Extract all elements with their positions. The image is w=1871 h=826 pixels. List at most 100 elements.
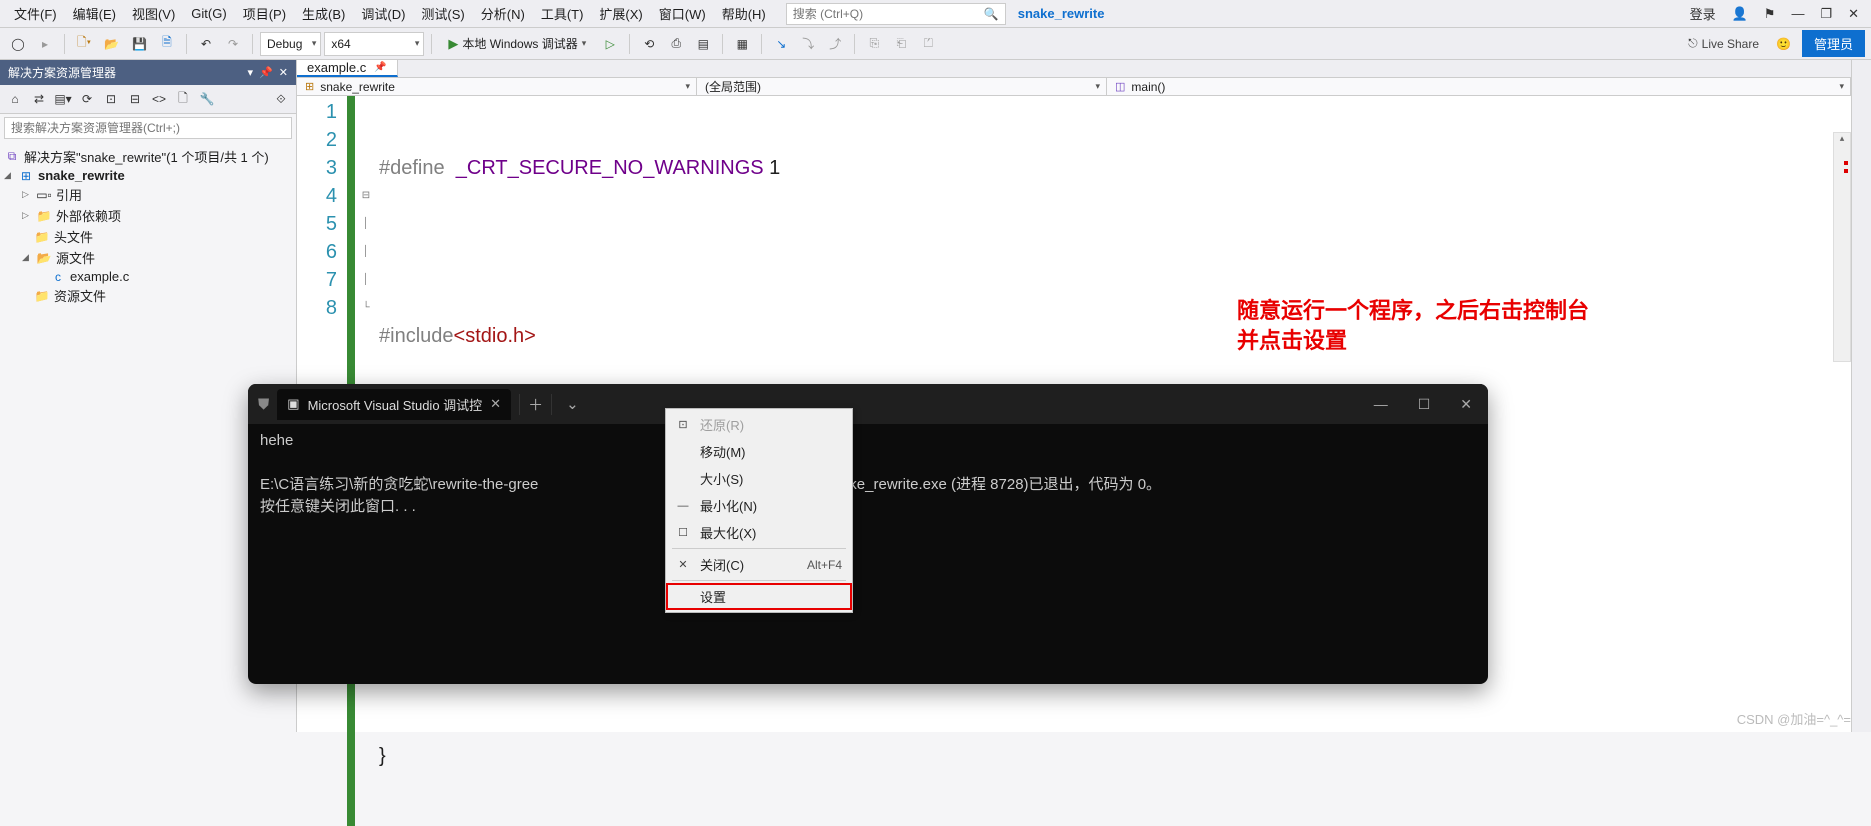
close-icon[interactable]: ✕ [279, 66, 288, 79]
start-debug-button[interactable]: ▶ 本地 Windows 调试器 ▾ [439, 32, 595, 56]
references-node[interactable]: ▷▭▫引用 [4, 184, 292, 205]
tb-icon[interactable]: ⎗ [889, 32, 913, 56]
menu-debug[interactable]: 调试(D) [353, 0, 413, 27]
step-into-icon[interactable]: ↘ [769, 32, 793, 56]
collapse-icon[interactable]: ⊟ [124, 88, 146, 110]
menu-view[interactable]: 视图(V) [124, 0, 183, 27]
window-close[interactable]: ✕ [1454, 392, 1478, 417]
window-close[interactable]: ✕ [1842, 2, 1865, 26]
ctx-size[interactable]: 大小(S) [666, 465, 852, 492]
menu-edit[interactable]: 编辑(E) [65, 0, 124, 27]
ctx-maximize[interactable]: ☐最大化(X) [666, 519, 852, 546]
new-project-button[interactable]: 🗋▾ [72, 32, 96, 56]
method-icon: ◫ [1115, 80, 1125, 93]
nav-member-combo[interactable]: ◫main() [1107, 78, 1851, 95]
menu-analyze[interactable]: 分析(N) [473, 0, 533, 27]
ctx-separator [672, 548, 846, 549]
properties-icon[interactable]: 🗋 [172, 88, 194, 110]
quick-search[interactable]: 🔍 [786, 3, 1006, 25]
project-node[interactable]: ◢⊞snake_rewrite [4, 167, 292, 184]
sync-icon[interactable]: ⟳ [76, 88, 98, 110]
solution-explorer-header: 解决方案资源管理器 ▾📌✕ [0, 60, 296, 85]
login-button[interactable]: 登录 [1684, 0, 1722, 27]
tab-dropdown-icon[interactable]: ⌄ [560, 395, 585, 413]
toolbar-sep [761, 34, 762, 54]
toolbar-sep [186, 34, 187, 54]
save-all-button[interactable]: 🗎 [155, 32, 179, 56]
right-docked-tabs[interactable] [1851, 60, 1871, 732]
step-over-icon[interactable]: ⤵ [796, 32, 820, 56]
nav-back-button[interactable]: ◯ [6, 32, 30, 56]
start-nodebug-button[interactable]: ▷ [598, 32, 622, 56]
pin-icon[interactable]: 📌 [259, 66, 273, 79]
editor-scrollbar[interactable]: ▴ [1833, 132, 1851, 362]
debug-console-window: ⛊ ▣ Microsoft Visual Studio 调试控 ✕ ＋ ⌄ — … [248, 384, 1488, 684]
ctx-move[interactable]: 移动(M) [666, 438, 852, 465]
redo-button[interactable]: ↷ [221, 32, 245, 56]
menu-extensions[interactable]: 扩展(X) [591, 0, 650, 27]
c-file-icon: c [50, 270, 66, 284]
config-combo[interactable]: Debug [260, 32, 321, 56]
nav-scope-combo[interactable]: (全局范围) [697, 78, 1107, 95]
solution-search-input[interactable] [5, 118, 291, 138]
menu-help[interactable]: 帮助(H) [714, 0, 774, 27]
ctx-settings[interactable]: 设置 [666, 583, 852, 610]
menu-build[interactable]: 生成(B) [294, 0, 353, 27]
collapse-toggle[interactable]: ⊟ [359, 182, 373, 210]
ctx-minimize[interactable]: —最小化(N) [666, 492, 852, 519]
tab-example-c[interactable]: example.c 📌 [297, 60, 398, 77]
file-example-c[interactable]: cexample.c [4, 268, 292, 285]
tb-icon[interactable]: ▤ [691, 32, 715, 56]
solution-node[interactable]: ⧉解决方案"snake_rewrite"(1 个项目/共 1 个) [4, 146, 292, 167]
window-minimize[interactable]: — [1368, 392, 1394, 417]
ctx-close[interactable]: ✕关闭(C)Alt+F4 [666, 551, 852, 578]
menu-project[interactable]: 项目(P) [235, 0, 294, 27]
filter-icon[interactable]: ▤▾ [52, 88, 74, 110]
terminal-tab[interactable]: ▣ Microsoft Visual Studio 调试控 ✕ [277, 389, 511, 420]
show-all-icon[interactable]: ⊡ [100, 88, 122, 110]
menu-test[interactable]: 测试(S) [413, 0, 472, 27]
menu-tools[interactable]: 工具(T) [533, 0, 592, 27]
toolbar-sep [252, 34, 253, 54]
open-button[interactable]: 📂 [99, 32, 124, 56]
menu-git[interactable]: Git(G) [183, 2, 234, 25]
undo-button[interactable]: ↶ [194, 32, 218, 56]
live-share-button[interactable]: ⎋Live Share [1682, 36, 1765, 51]
switch-view-icon[interactable]: ⇄ [28, 88, 50, 110]
nav-fwd-button[interactable]: ▸ [33, 32, 57, 56]
sources-node[interactable]: ◢📂源文件 [4, 247, 292, 268]
resources-node[interactable]: 📁资源文件 [4, 285, 292, 306]
save-button[interactable]: 💾 [127, 32, 152, 56]
headers-node[interactable]: 📁头文件 [4, 226, 292, 247]
dropdown-icon[interactable]: ▾ [248, 66, 254, 79]
tb-icon[interactable]: ⎙ [664, 32, 688, 56]
code-icon[interactable]: <> [148, 88, 170, 110]
platform-combo[interactable]: x64 [324, 32, 424, 56]
pin-icon[interactable]: 📌 [374, 62, 386, 73]
context-menu: ⊡还原(R) 移动(M) 大小(S) —最小化(N) ☐最大化(X) ✕关闭(C… [665, 408, 853, 613]
menu-window[interactable]: 窗口(W) [651, 0, 714, 27]
tb-icon[interactable]: ⏍ [916, 32, 940, 56]
window-restore[interactable]: ❐ [1814, 2, 1838, 26]
menu-file[interactable]: 文件(F) [6, 0, 65, 27]
step-out-icon[interactable]: ⤴ [823, 32, 847, 56]
user-icon[interactable]: 👤 [1726, 2, 1754, 26]
solution-search[interactable] [4, 117, 292, 139]
tb-icon[interactable]: ⟲ [637, 32, 661, 56]
nav-project-combo[interactable]: ⊞snake_rewrite [297, 78, 697, 95]
notification-flag-icon[interactable]: ⚑ [1758, 2, 1782, 26]
toolbar-sep [431, 34, 432, 54]
wrench-icon[interactable]: 🔧 [196, 88, 218, 110]
tb-icon[interactable]: ▦ [730, 32, 754, 56]
terminal-body[interactable]: hehe E:\C语言练习\新的贪吃蛇\rewrite-the-greeite\… [248, 424, 1488, 524]
external-deps-node[interactable]: ▷📁外部依赖项 [4, 205, 292, 226]
home-icon[interactable]: ⌂ [4, 88, 26, 110]
window-minimize[interactable]: — [1785, 2, 1810, 25]
close-tab-icon[interactable]: ✕ [490, 396, 501, 412]
feedback-icon[interactable]: 🙂 [1771, 32, 1796, 56]
tb-icon[interactable]: ⎘ [862, 32, 886, 56]
new-tab-button[interactable]: ＋ [519, 394, 552, 415]
quick-search-input[interactable] [793, 7, 984, 21]
window-maximize[interactable]: ☐ [1412, 392, 1437, 417]
more-icon[interactable]: ⟐ [270, 88, 292, 110]
